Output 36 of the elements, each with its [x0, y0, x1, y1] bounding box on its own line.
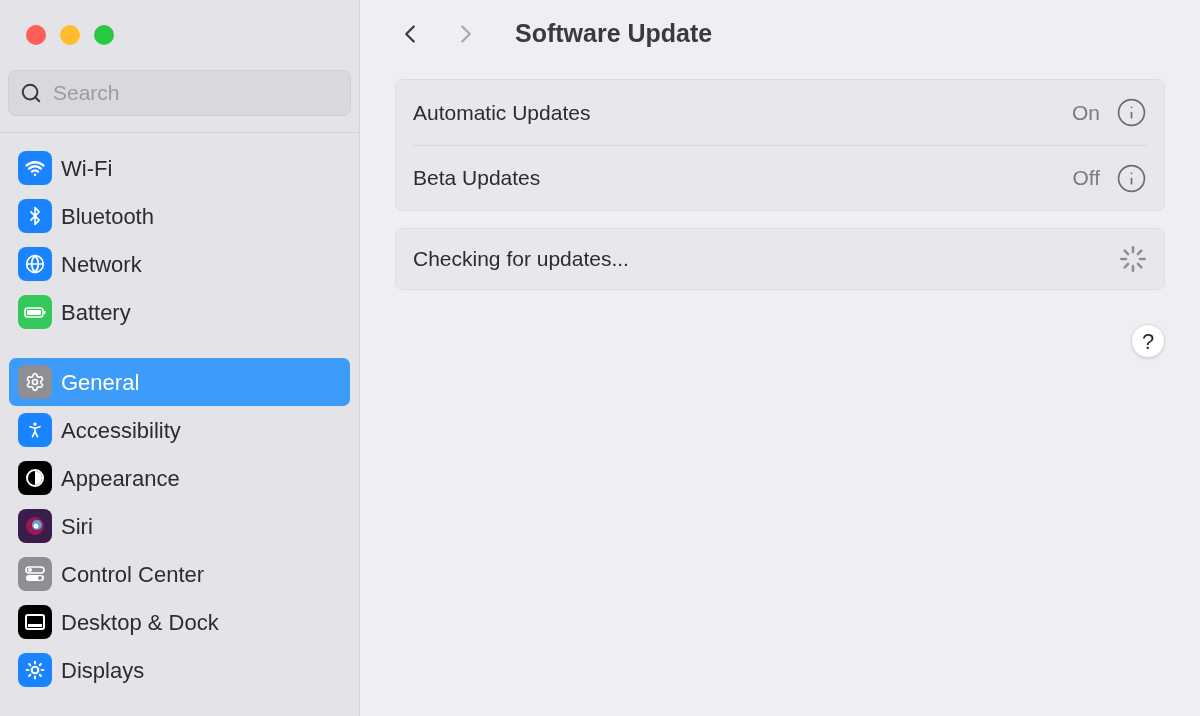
accessibility-icon: [18, 413, 52, 447]
close-window-button[interactable]: [26, 25, 46, 45]
window-title: Software Update: [515, 18, 713, 50]
displays-icon: [18, 653, 52, 687]
sidebar-item[interactable]: Desktop & Dock: [9, 598, 350, 646]
sidebar-item[interactable]: Appearance: [9, 454, 350, 502]
sidebar-item[interactable]: Siri: [9, 502, 350, 550]
setting-value: Off: [1072, 165, 1100, 192]
minimize-window-button[interactable]: [60, 25, 80, 45]
setting-value: On: [1072, 99, 1100, 126]
control-icon: [18, 557, 52, 591]
sidebar-item[interactable]: Network: [9, 240, 350, 288]
appearance-icon: [18, 461, 52, 495]
bluetooth-icon: [18, 199, 52, 233]
info-button[interactable]: [1116, 97, 1147, 128]
setting-label: Beta Updates: [413, 165, 542, 192]
sidebar-item[interactable]: Battery: [9, 288, 350, 336]
battery-icon: [18, 295, 52, 329]
sidebar-item[interactable]: Bluetooth: [9, 192, 350, 240]
spinner-icon: [1119, 245, 1147, 273]
setting-label: Automatic Updates: [413, 99, 592, 126]
sidebar-item[interactable]: Accessibility: [9, 406, 350, 454]
search-icon: [20, 82, 42, 104]
siri-icon: [18, 509, 52, 543]
sidebar-item[interactable]: Displays: [9, 646, 350, 694]
status-text: Checking for updates...: [413, 246, 630, 273]
sidebar-item[interactable]: Control Center: [9, 550, 350, 598]
info-button[interactable]: [1116, 162, 1147, 194]
search-field[interactable]: Search: [8, 70, 351, 116]
wifi-icon: [18, 151, 52, 185]
sidebar-item[interactable]: Wi-Fi: [9, 144, 350, 192]
general-icon: [18, 365, 52, 399]
zoom-window-button[interactable]: [94, 25, 114, 45]
desktop-icon: [18, 605, 52, 639]
help-button[interactable]: ?: [1131, 324, 1165, 358]
network-icon: [18, 247, 52, 281]
